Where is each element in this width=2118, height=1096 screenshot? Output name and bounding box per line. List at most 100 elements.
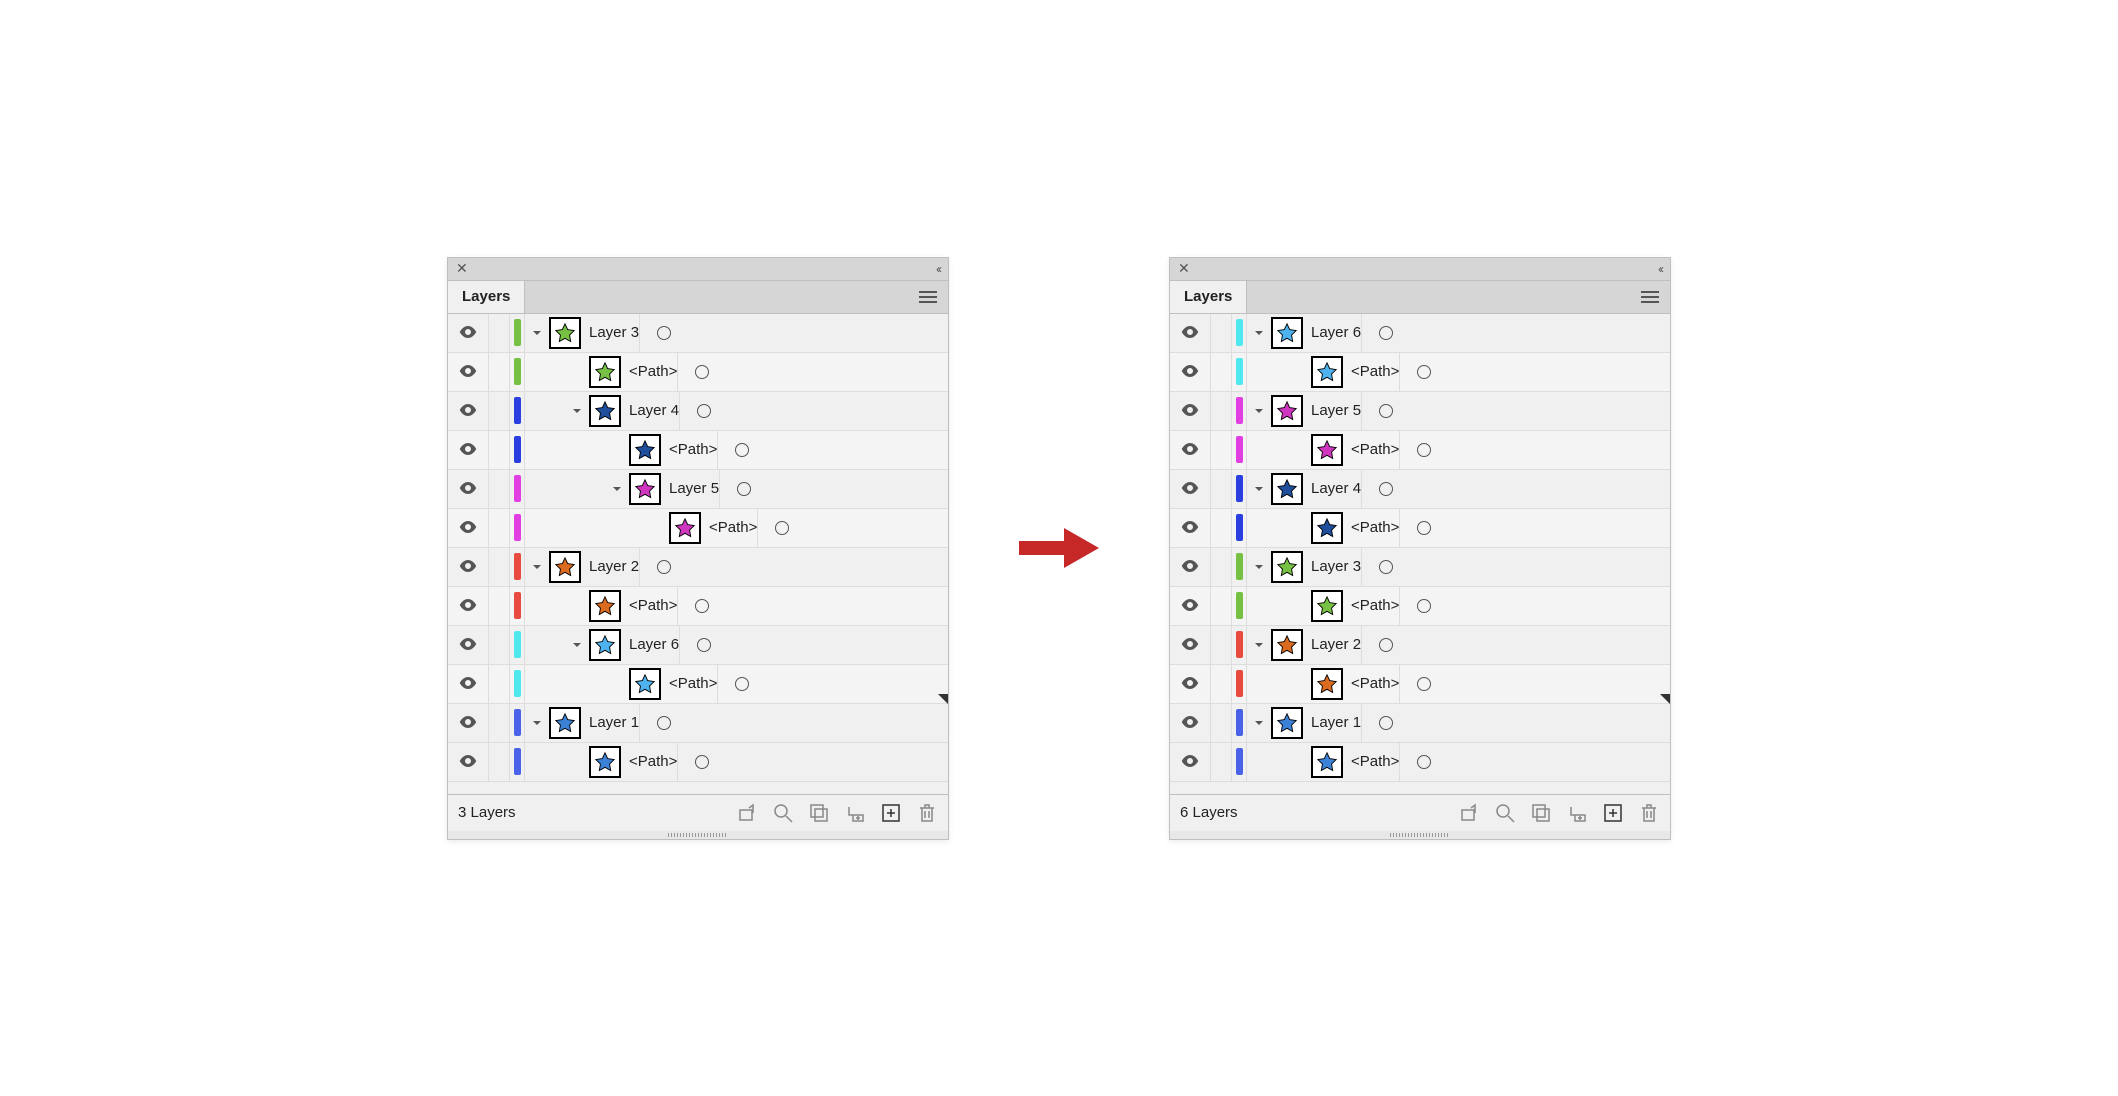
layer-row[interactable]: <Path> [1170,587,1670,626]
close-icon[interactable]: ✕ [456,260,468,277]
visibility-toggle[interactable] [448,665,489,703]
visibility-toggle[interactable] [1170,743,1211,781]
layer-name-label[interactable]: Layer 2 [589,558,639,575]
layer-row[interactable]: Layer 2 [448,548,948,587]
visibility-toggle[interactable] [448,548,489,586]
export-icon[interactable] [1458,802,1480,824]
layer-row[interactable]: Layer 1 [448,704,948,743]
lock-column[interactable] [1211,587,1232,625]
lock-column[interactable] [489,314,510,352]
layer-name-label[interactable]: <Path> [669,675,717,692]
new-layer-icon[interactable] [880,802,902,824]
lock-column[interactable] [489,626,510,664]
selection-target[interactable] [1361,548,1410,586]
selection-target[interactable] [677,353,726,391]
layer-row[interactable]: Layer 2 [1170,626,1670,665]
lock-column[interactable] [1211,665,1232,703]
layer-name-label[interactable]: Layer 3 [1311,558,1361,575]
panel-title-bar[interactable]: ✕ ‹‹ [448,258,948,281]
layer-row[interactable]: <Path> [1170,353,1670,392]
disclosure-chevron-icon[interactable] [525,328,549,338]
tab-layers[interactable]: Layers [448,281,525,313]
layer-row[interactable]: Layer 3 [448,314,948,353]
new-sublayer-icon[interactable] [844,802,866,824]
selection-target[interactable] [639,548,688,586]
layer-name-label[interactable]: Layer 5 [669,480,719,497]
visibility-toggle[interactable] [1170,509,1211,547]
layer-row[interactable]: <Path> [448,353,948,392]
selection-target[interactable] [1361,392,1410,430]
resize-grip[interactable] [1170,831,1670,839]
lock-column[interactable] [1211,626,1232,664]
visibility-toggle[interactable] [1170,665,1211,703]
selection-target[interactable] [679,626,728,664]
selection-target[interactable] [639,704,688,742]
layer-name-label[interactable]: <Path> [1351,597,1399,614]
selection-target[interactable] [1399,431,1448,469]
resize-grip[interactable] [448,831,948,839]
visibility-toggle[interactable] [448,431,489,469]
clip-mask-icon[interactable] [808,802,830,824]
trash-icon[interactable] [1638,802,1660,824]
selection-target[interactable] [1399,353,1448,391]
layer-name-label[interactable]: <Path> [629,597,677,614]
layer-name-label[interactable]: Layer 5 [1311,402,1361,419]
layer-row[interactable]: <Path> [1170,665,1670,704]
lock-column[interactable] [489,587,510,625]
layer-name-label[interactable]: Layer 6 [629,636,679,653]
lock-column[interactable] [1211,470,1232,508]
disclosure-chevron-icon[interactable] [525,718,549,728]
layer-row[interactable]: Layer 6 [1170,314,1670,353]
new-layer-icon[interactable] [1602,802,1624,824]
collapse-icon[interactable]: ‹‹ [1658,262,1662,276]
layer-row[interactable]: <Path> [1170,431,1670,470]
layer-name-label[interactable]: <Path> [1351,753,1399,770]
selection-target[interactable] [1361,626,1410,664]
lock-column[interactable] [489,548,510,586]
trash-icon[interactable] [916,802,938,824]
lock-column[interactable] [1211,704,1232,742]
layer-name-label[interactable]: Layer 3 [589,324,639,341]
layer-name-label[interactable]: <Path> [669,441,717,458]
layer-name-label[interactable]: <Path> [1351,441,1399,458]
layer-row[interactable]: Layer 5 [1170,392,1670,431]
visibility-toggle[interactable] [1170,353,1211,391]
layer-name-label[interactable]: Layer 1 [1311,714,1361,731]
disclosure-chevron-icon[interactable] [1247,640,1271,650]
lock-column[interactable] [1211,743,1232,781]
disclosure-chevron-icon[interactable] [1247,406,1271,416]
selection-target[interactable] [1361,704,1410,742]
search-icon[interactable] [772,802,794,824]
layer-name-label[interactable]: Layer 6 [1311,324,1361,341]
layer-row[interactable]: Layer 3 [1170,548,1670,587]
visibility-toggle[interactable] [1170,626,1211,664]
visibility-toggle[interactable] [1170,392,1211,430]
layer-row[interactable]: <Path> [448,587,948,626]
selection-target[interactable] [639,314,688,352]
selection-target[interactable] [679,392,728,430]
lock-column[interactable] [489,353,510,391]
lock-column[interactable] [489,704,510,742]
panel-menu-icon[interactable] [908,281,948,313]
disclosure-chevron-icon[interactable] [1247,484,1271,494]
visibility-toggle[interactable] [448,704,489,742]
lock-column[interactable] [489,509,510,547]
visibility-toggle[interactable] [448,314,489,352]
selection-target[interactable] [677,743,726,781]
lock-column[interactable] [489,431,510,469]
selection-target[interactable] [717,665,766,703]
disclosure-chevron-icon[interactable] [605,484,629,494]
selection-target[interactable] [719,470,768,508]
lock-column[interactable] [489,392,510,430]
selection-target[interactable] [1399,665,1448,703]
layer-row[interactable]: <Path> [448,743,948,782]
visibility-toggle[interactable] [448,470,489,508]
layer-row[interactable]: <Path> [1170,743,1670,782]
selection-target[interactable] [1361,470,1410,508]
panel-title-bar[interactable]: ✕ ‹‹ [1170,258,1670,281]
selection-target[interactable] [1399,587,1448,625]
visibility-toggle[interactable] [448,743,489,781]
layer-row[interactable]: <Path> [448,431,948,470]
lock-column[interactable] [1211,509,1232,547]
layer-row[interactable]: <Path> [448,509,948,548]
